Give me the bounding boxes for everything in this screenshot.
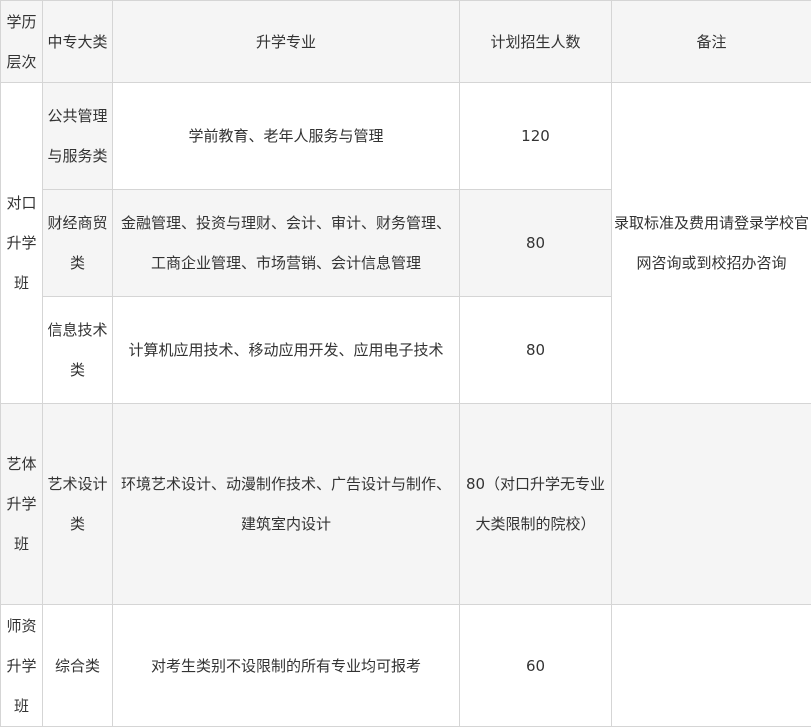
row-quota: 80 [460,297,612,404]
row-major: 学前教育、老年人服务与管理 [113,83,460,190]
row-category: 艺术设计类 [43,404,113,605]
row-quota: 80 [460,190,612,297]
row-quota: 60 [460,605,612,727]
row-major: 金融管理、投资与理财、会计、审计、财务管理、工商企业管理、市场营销、会计信息管理 [113,190,460,297]
header-category: 中专大类 [43,1,113,83]
row-category: 综合类 [43,605,113,727]
table-row: 艺体升学班 艺术设计类 环境艺术设计、动漫制作技术、广告设计与制作、建筑室内设计… [1,404,811,605]
row-category: 财经商贸类 [43,190,113,297]
table-row: 师资升学班 综合类 对考生类别不设限制的所有专业均可报考 60 [1,605,811,727]
row-major: 环境艺术设计、动漫制作技术、广告设计与制作、建筑室内设计 [113,404,460,605]
note-yiti [612,404,811,605]
row-quota: 80（对口升学无专业大类限制的院校） [460,404,612,605]
admissions-plan-table: 学历层次 中专大类 升学专业 计划招生人数 备注 对口升学班 公共管理与服务类 … [0,0,811,727]
header-level: 学历层次 [1,1,43,83]
table-row: 对口升学班 公共管理与服务类 学前教育、老年人服务与管理 120 录取标准及费用… [1,83,811,190]
group-duikou: 对口升学班 [1,83,43,404]
row-category: 信息技术类 [43,297,113,404]
header-major: 升学专业 [113,1,460,83]
header-row: 学历层次 中专大类 升学专业 计划招生人数 备注 [1,1,811,83]
row-quota: 120 [460,83,612,190]
header-note: 备注 [612,1,811,83]
group-yiti: 艺体升学班 [1,404,43,605]
row-major: 计算机应用技术、移动应用开发、应用电子技术 [113,297,460,404]
note-duikou: 录取标准及费用请登录学校官网咨询或到校招办咨询 [612,83,811,404]
row-category: 公共管理与服务类 [43,83,113,190]
row-major: 对考生类别不设限制的所有专业均可报考 [113,605,460,727]
header-quota: 计划招生人数 [460,1,612,83]
note-shizi [612,605,811,727]
group-shizi: 师资升学班 [1,605,43,727]
